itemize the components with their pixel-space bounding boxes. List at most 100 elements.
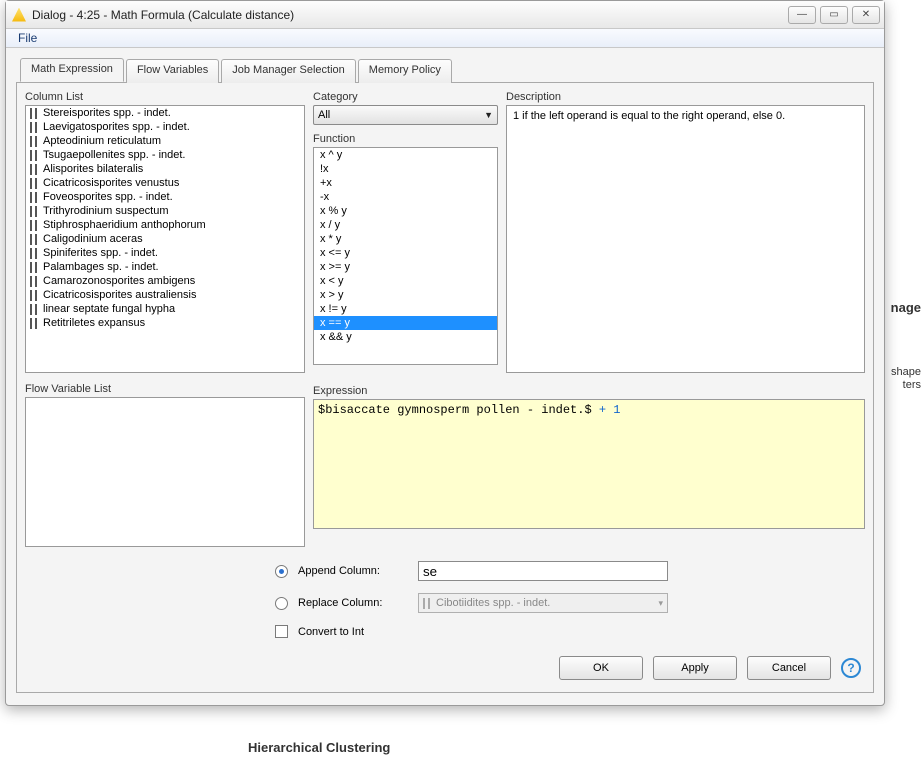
- list-item[interactable]: Alisporites bilateralis: [26, 162, 304, 176]
- column-type-icon: [30, 262, 37, 273]
- list-item[interactable]: +x: [314, 176, 497, 190]
- replace-column-value: Cibotiidites spp. - indet.: [436, 597, 658, 609]
- expression-op: + 1: [592, 403, 621, 417]
- list-item[interactable]: Laevigatosporites spp. - indet.: [26, 120, 304, 134]
- list-item-label: Tsugaepollenites spp. - indet.: [43, 149, 185, 161]
- append-column-radio[interactable]: [275, 565, 288, 578]
- list-item[interactable]: Retitriletes expansus: [26, 316, 304, 330]
- titlebar: Dialog - 4:25 - Math Formula (Calculate …: [6, 1, 884, 29]
- list-item[interactable]: x % y: [314, 204, 497, 218]
- list-item[interactable]: Spiniferites spp. - indet.: [26, 246, 304, 260]
- replace-column-radio[interactable]: [275, 597, 288, 610]
- column-type-icon: [30, 136, 37, 147]
- column-type-icon: [423, 598, 430, 609]
- list-item[interactable]: -x: [314, 190, 497, 204]
- list-item-label: Cicatricosisporites venustus: [43, 177, 179, 189]
- list-item-label: Laevigatosporites spp. - indet.: [43, 121, 190, 133]
- bg-text: ters: [903, 379, 921, 391]
- column-type-icon: [30, 234, 37, 245]
- column-type-icon: [30, 290, 37, 301]
- expression-editor[interactable]: $bisaccate gymnosperm pollen - indet.$ +…: [313, 399, 865, 529]
- category-select[interactable]: All ▼: [313, 105, 498, 125]
- list-item-label: Retitriletes expansus: [43, 317, 145, 329]
- column-type-icon: [30, 164, 37, 175]
- list-item[interactable]: Apteodinium reticulatum: [26, 134, 304, 148]
- list-item-label: Apteodinium reticulatum: [43, 135, 161, 147]
- category-value: All: [318, 109, 330, 121]
- list-item[interactable]: Palambages sp. - indet.: [26, 260, 304, 274]
- list-item-label: Cicatricosisporites australiensis: [43, 289, 196, 301]
- list-item[interactable]: x >= y: [314, 260, 497, 274]
- dialog-window: Dialog - 4:25 - Math Formula (Calculate …: [5, 0, 885, 706]
- description-box: 1 if the left operand is equal to the ri…: [506, 105, 865, 373]
- description-label: Description: [506, 91, 865, 103]
- bg-text: nage: [891, 300, 921, 315]
- list-item[interactable]: Trithyrodinium suspectum: [26, 204, 304, 218]
- column-type-icon: [30, 276, 37, 287]
- help-icon[interactable]: ?: [841, 658, 861, 678]
- tab-math-expression[interactable]: Math Expression: [20, 58, 124, 82]
- convert-to-int-checkbox[interactable]: [275, 625, 288, 638]
- list-item[interactable]: x == y: [314, 316, 497, 330]
- convert-to-int-label: Convert to Int: [298, 626, 364, 638]
- column-type-icon: [30, 318, 37, 329]
- column-type-icon: [30, 206, 37, 217]
- list-item-label: Stereisporites spp. - indet.: [43, 107, 171, 119]
- list-item[interactable]: Cicatricosisporites australiensis: [26, 288, 304, 302]
- description-text: 1 if the left operand is equal to the ri…: [513, 110, 785, 122]
- append-column-input[interactable]: [418, 561, 668, 581]
- list-item[interactable]: x < y: [314, 274, 497, 288]
- cancel-button[interactable]: Cancel: [747, 656, 831, 680]
- tab-memory-policy[interactable]: Memory Policy: [358, 59, 452, 83]
- column-type-icon: [30, 122, 37, 133]
- column-type-icon: [30, 220, 37, 231]
- list-item[interactable]: linear septate fungal hypha: [26, 302, 304, 316]
- close-button[interactable]: ✕: [852, 6, 880, 24]
- tab-flow-variables[interactable]: Flow Variables: [126, 59, 219, 83]
- list-item[interactable]: Foveosporites spp. - indet.: [26, 190, 304, 204]
- function-label: Function: [313, 133, 498, 145]
- column-type-icon: [30, 150, 37, 161]
- main-panel: Column List Stereisporites spp. - indet.…: [16, 82, 874, 693]
- tab-job-manager[interactable]: Job Manager Selection: [221, 59, 356, 83]
- column-type-icon: [30, 192, 37, 203]
- flow-variable-list-label: Flow Variable List: [25, 383, 305, 395]
- list-item[interactable]: x != y: [314, 302, 497, 316]
- ok-button[interactable]: OK: [559, 656, 643, 680]
- list-item[interactable]: Stiphrosphaeridium anthophorum: [26, 218, 304, 232]
- list-item[interactable]: Tsugaepollenites spp. - indet.: [26, 148, 304, 162]
- list-item[interactable]: x > y: [314, 288, 497, 302]
- list-item-label: Spiniferites spp. - indet.: [43, 247, 158, 259]
- chevron-down-icon: ▼: [484, 110, 493, 120]
- column-type-icon: [30, 248, 37, 259]
- list-item[interactable]: Cicatricosisporites venustus: [26, 176, 304, 190]
- chevron-down-icon: ▾: [658, 598, 663, 609]
- list-item[interactable]: x / y: [314, 218, 497, 232]
- list-item[interactable]: Caligodinium aceras: [26, 232, 304, 246]
- apply-button[interactable]: Apply: [653, 656, 737, 680]
- expression-ref: $bisaccate gymnosperm pollen - indet.$: [318, 403, 592, 417]
- replace-column-label: Replace Column:: [298, 597, 408, 609]
- column-type-icon: [30, 304, 37, 315]
- list-item-label: Camarozonosporites ambigens: [43, 275, 195, 287]
- list-item-label: Alisporites bilateralis: [43, 163, 143, 175]
- list-item[interactable]: x && y: [314, 330, 497, 344]
- list-item[interactable]: Camarozonosporites ambigens: [26, 274, 304, 288]
- list-item[interactable]: x * y: [314, 232, 497, 246]
- list-item[interactable]: x ^ y: [314, 148, 497, 162]
- warning-icon: [12, 8, 26, 22]
- column-type-icon: [30, 178, 37, 189]
- function-list[interactable]: x ^ y!x+x-xx % yx / yx * yx <= yx >= yx …: [313, 147, 498, 365]
- list-item[interactable]: x <= y: [314, 246, 497, 260]
- flow-variable-list[interactable]: [25, 397, 305, 547]
- minimize-button[interactable]: —: [788, 6, 816, 24]
- bg-text: shape: [891, 366, 921, 378]
- list-item-label: Caligodinium aceras: [43, 233, 143, 245]
- list-item[interactable]: Stereisporites spp. - indet.: [26, 106, 304, 120]
- list-item-label: Foveosporites spp. - indet.: [43, 191, 173, 203]
- menu-file[interactable]: File: [12, 29, 43, 47]
- column-list[interactable]: Stereisporites spp. - indet. Laevigatospo…: [25, 105, 305, 373]
- maximize-button[interactable]: ▭: [820, 6, 848, 24]
- list-item[interactable]: !x: [314, 162, 497, 176]
- window-title: Dialog - 4:25 - Math Formula (Calculate …: [32, 8, 788, 22]
